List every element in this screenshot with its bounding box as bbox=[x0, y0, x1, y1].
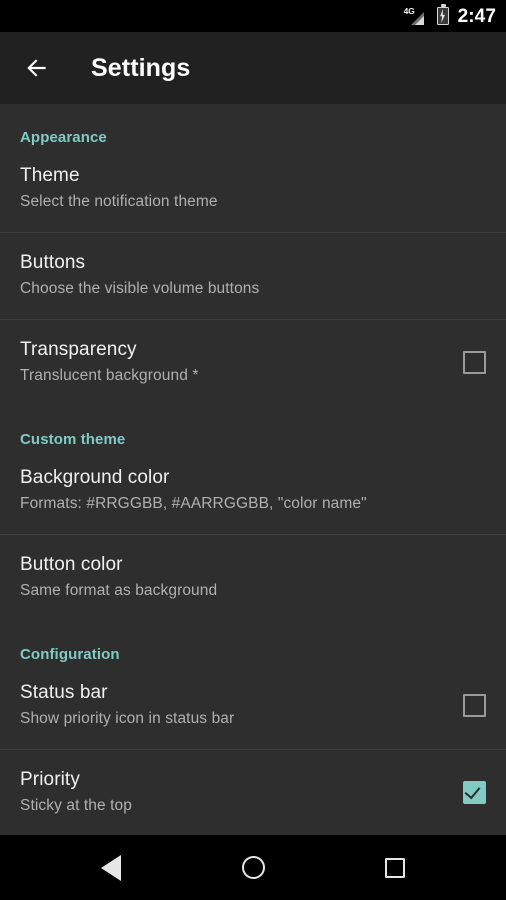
app-toolbar: Settings bbox=[0, 32, 506, 104]
setting-summary: Select the notification theme bbox=[20, 193, 218, 210]
setting-summary: Formats: #RRGGBB, #AARRGGBB, "color name… bbox=[20, 495, 367, 512]
setting-title: Button color bbox=[20, 554, 123, 575]
setting-summary: Show priority icon in status bar bbox=[20, 710, 235, 727]
nav-recents-button[interactable] bbox=[367, 840, 423, 896]
setting-row-background-color[interactable]: Background color Formats: #RRGGBB, #AARR… bbox=[0, 448, 506, 534]
setting-title: Background color bbox=[20, 467, 170, 488]
section-header-custom-theme: Custom theme bbox=[20, 431, 126, 448]
setting-title: Status bar bbox=[20, 682, 108, 703]
setting-row-theme[interactable]: Theme Select the notification theme bbox=[0, 146, 506, 232]
nav-home-icon bbox=[241, 856, 265, 879]
setting-title: Transparency bbox=[20, 339, 137, 360]
setting-title: Buttons bbox=[20, 252, 86, 273]
setting-summary: Translucent background * bbox=[20, 367, 199, 384]
status-bar-checkbox[interactable] bbox=[463, 693, 486, 717]
settings-list[interactable]: Appearance Theme Select the notification… bbox=[0, 104, 506, 835]
page-title: Settings bbox=[91, 53, 191, 82]
arrow-back-icon bbox=[27, 59, 46, 77]
section-header-appearance: Appearance bbox=[20, 129, 107, 146]
setting-row-button-color[interactable]: Button color Same format as background bbox=[0, 535, 506, 621]
setting-row-transparency[interactable]: Transparency Translucent background * bbox=[0, 320, 506, 406]
signal-4g-icon: 4G bbox=[403, 5, 428, 25]
setting-title: Priority bbox=[20, 769, 80, 790]
nav-home-button[interactable] bbox=[225, 840, 281, 896]
status-bar: 4G 2:47 bbox=[0, 0, 506, 32]
setting-row-priority[interactable]: Priority Sticky at the top bbox=[0, 750, 506, 835]
nav-recents-icon bbox=[385, 857, 405, 878]
battery-charging-icon bbox=[436, 4, 449, 25]
back-button[interactable] bbox=[20, 51, 54, 85]
network-type-label: 4G bbox=[403, 5, 415, 16]
nav-back-button[interactable] bbox=[83, 840, 139, 896]
phone-screen: 4G 2:47 Settings Appearance Theme Select… bbox=[0, 0, 506, 900]
setting-summary: Same format as background bbox=[20, 582, 218, 599]
status-bar-clock: 2:47 bbox=[457, 5, 496, 27]
setting-title: Theme bbox=[20, 165, 80, 186]
priority-checkbox[interactable] bbox=[463, 780, 486, 804]
setting-row-buttons[interactable]: Buttons Choose the visible volume button… bbox=[0, 233, 506, 319]
setting-summary: Sticky at the top bbox=[20, 797, 132, 814]
setting-row-status-bar[interactable]: Status bar Show priority icon in status … bbox=[0, 663, 506, 749]
transparency-checkbox[interactable] bbox=[463, 350, 486, 374]
section-header-configuration: Configuration bbox=[20, 646, 120, 663]
setting-summary: Choose the visible volume buttons bbox=[20, 280, 260, 297]
navigation-bar bbox=[0, 835, 506, 900]
nav-back-icon bbox=[101, 854, 121, 881]
